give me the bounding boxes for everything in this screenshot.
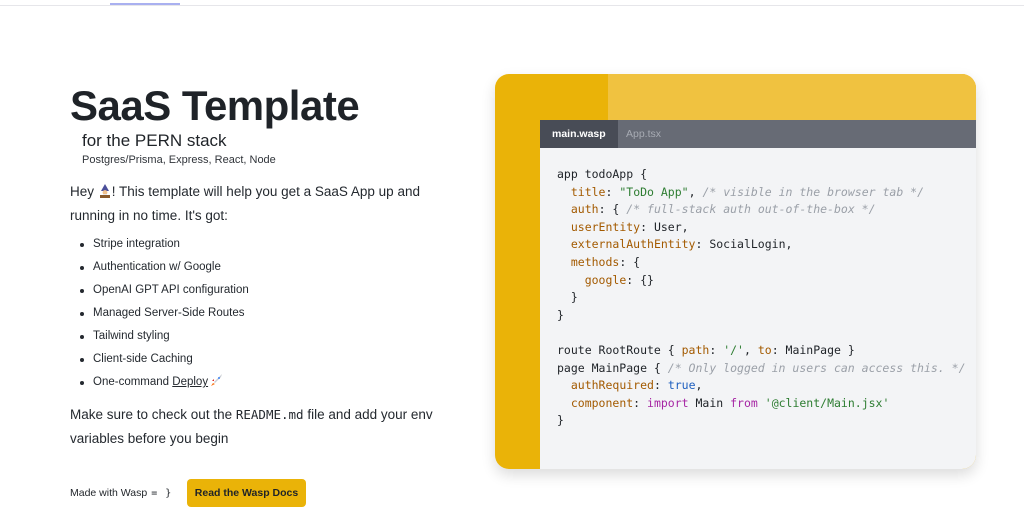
top-nav-active-indicator bbox=[110, 3, 180, 5]
wizard-emoji-icon bbox=[98, 182, 112, 198]
code-text: : { bbox=[598, 202, 627, 217]
code-area: app todoApp { title: "ToDo App", /* visi… bbox=[540, 148, 976, 469]
code-string: '@client/Main.jsx' bbox=[764, 395, 890, 410]
intro-text-start: Hey bbox=[70, 184, 98, 199]
code-line: component: import Main from '@client/Mai… bbox=[557, 395, 966, 413]
intro-paragraph: Hey ! This template will help you get a … bbox=[70, 180, 430, 228]
readme-text-start: Make sure to check out the bbox=[70, 407, 236, 422]
code-text: : bbox=[633, 395, 648, 410]
code-line: app todoApp { bbox=[557, 166, 966, 184]
code-string: "ToDo App" bbox=[619, 184, 689, 199]
code-line: } bbox=[557, 412, 966, 430]
code-text: : User, bbox=[640, 219, 689, 234]
deploy-prefix: One-command bbox=[93, 376, 173, 388]
made-with-wasp: Made with Wasp = } bbox=[70, 487, 172, 499]
code-line: authRequired: true, bbox=[557, 377, 966, 395]
made-with-label: Made with Wasp bbox=[70, 487, 148, 499]
code-text: : {} bbox=[626, 272, 654, 287]
hero-tech-stack: Postgres/Prisma, Express, React, Node bbox=[82, 154, 276, 166]
code-text: : bbox=[653, 378, 668, 393]
code-comment: /* Only logged in users can access this.… bbox=[667, 360, 966, 375]
code-line: page MainPage { /* Only logged in users … bbox=[557, 360, 966, 378]
code-text: : bbox=[709, 342, 724, 357]
feature-item: Managed Server-Side Routes bbox=[80, 302, 249, 325]
feature-item: OpenAI GPT API configuration bbox=[80, 279, 249, 302]
code-line: externalAuthEntity: SocialLogin, bbox=[557, 236, 966, 254]
code-text: } bbox=[557, 307, 564, 322]
tab-app-tsx[interactable]: App.tsx bbox=[626, 120, 661, 148]
code-comment: /* full-stack auth out-of-the-box */ bbox=[626, 202, 876, 217]
code-key: path bbox=[681, 342, 710, 357]
readme-filename: README.md bbox=[235, 407, 304, 422]
tab-main-wasp[interactable]: main.wasp bbox=[540, 120, 618, 148]
code-text: page MainPage { bbox=[557, 360, 668, 375]
code-line: userEntity: User, bbox=[557, 219, 966, 237]
code-boolean: true bbox=[667, 378, 696, 393]
code-comment: /* visible in the browser tab */ bbox=[702, 184, 925, 199]
feature-list: Stripe integration Authentication w/ Goo… bbox=[80, 233, 249, 394]
code-keyword: import bbox=[647, 395, 689, 410]
code-line: auth: { /* full-stack auth out-of-the-bo… bbox=[557, 201, 966, 219]
code-key: auth bbox=[570, 202, 599, 217]
hero-subtitle: for the PERN stack bbox=[82, 131, 227, 150]
readme-note: Make sure to check out the README.md fil… bbox=[70, 403, 450, 451]
code-line: google: {} bbox=[557, 272, 966, 290]
code-line: methods: { bbox=[557, 254, 966, 272]
code-text: , bbox=[743, 342, 758, 357]
code-string: '/' bbox=[723, 342, 744, 357]
code-text: app todoApp { bbox=[557, 167, 648, 181]
code-text: } bbox=[557, 413, 564, 428]
rocket-emoji-icon bbox=[210, 372, 224, 386]
code-text: , bbox=[695, 378, 703, 393]
hero-title: SaaS Template bbox=[70, 82, 360, 129]
code-key: authRequired bbox=[570, 378, 654, 393]
code-text: : MainPage } bbox=[771, 342, 855, 357]
code-key: userEntity bbox=[570, 219, 641, 234]
read-wasp-docs-button[interactable]: Read the Wasp Docs bbox=[187, 479, 306, 507]
code-card-stripe bbox=[608, 74, 976, 120]
code-text: route RootRoute { bbox=[557, 342, 682, 357]
code-keyword: from bbox=[730, 395, 758, 410]
code-key: to bbox=[757, 342, 772, 357]
feature-item: Tailwind styling bbox=[80, 325, 249, 348]
code-line: title: "ToDo App", /* visible in the bro… bbox=[557, 184, 966, 202]
code-key: methods bbox=[570, 254, 620, 269]
code-card: main.wasp App.tsx app todoApp { title: "… bbox=[495, 74, 976, 469]
code-tabs: main.wasp App.tsx bbox=[540, 120, 976, 148]
code-key: component bbox=[570, 395, 634, 410]
feature-item: Authentication w/ Google bbox=[80, 256, 249, 279]
code-text: : { bbox=[619, 254, 641, 269]
code-text: : SocialLogin, bbox=[695, 237, 793, 252]
deploy-link[interactable]: Deploy bbox=[172, 376, 208, 388]
feature-item: Stripe integration bbox=[80, 233, 249, 256]
code-text: Main bbox=[688, 395, 731, 410]
code-text: : bbox=[605, 184, 620, 199]
code-line: } bbox=[557, 307, 966, 325]
code-key: externalAuthEntity bbox=[570, 237, 696, 252]
code-key: title bbox=[570, 184, 606, 199]
code-text: } bbox=[557, 290, 578, 305]
code-block: app todoApp { title: "ToDo App", /* visi… bbox=[557, 166, 966, 430]
feature-item-deploy: One-command Deploy bbox=[80, 371, 249, 394]
code-key: google bbox=[584, 272, 627, 287]
code-line: route RootRoute { path: '/', to: MainPag… bbox=[557, 342, 966, 360]
feature-item: Client-side Caching bbox=[80, 348, 249, 371]
code-line: } bbox=[557, 289, 966, 307]
intro-text-end: ! This template will help you get a SaaS… bbox=[70, 184, 420, 223]
code-text: , bbox=[688, 184, 703, 199]
wasp-logo-icon: = } bbox=[151, 488, 173, 499]
